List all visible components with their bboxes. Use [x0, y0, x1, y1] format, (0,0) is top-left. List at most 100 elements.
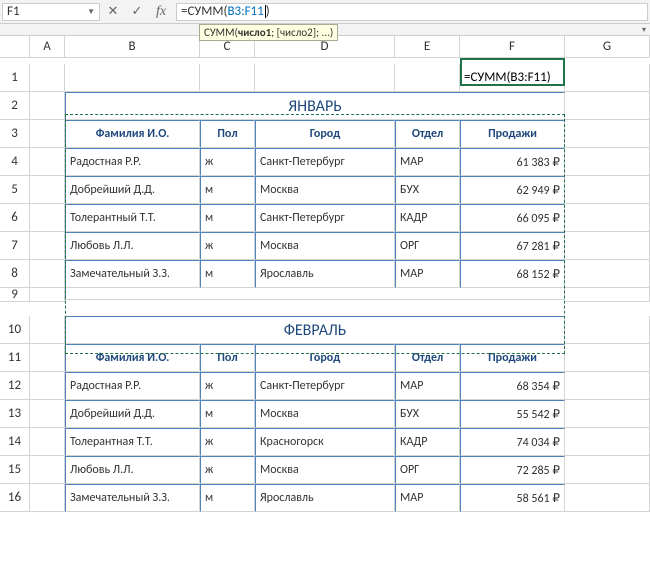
table-cell[interactable]: МАР	[395, 372, 460, 400]
cell-a1[interactable]	[30, 64, 65, 92]
table-cell[interactable]: м	[200, 260, 255, 288]
table-cell[interactable]: 68 152 ₽	[460, 260, 565, 288]
table-cell[interactable]: МАР	[395, 260, 460, 288]
cell-g2[interactable]	[565, 92, 650, 120]
hdr-sales[interactable]: Продажи	[460, 120, 565, 148]
table-cell[interactable]: 62 949 ₽	[460, 176, 565, 204]
cell-g1[interactable]	[565, 64, 650, 92]
cell-a7[interactable]	[30, 232, 65, 260]
table-cell[interactable]: ж	[200, 428, 255, 456]
cell-a5[interactable]	[30, 176, 65, 204]
table-cell[interactable]: Радостная Р.Р.	[65, 148, 200, 176]
table-cell[interactable]: КАДР	[395, 204, 460, 232]
cell-a12[interactable]	[30, 372, 65, 400]
hdr-sex[interactable]: Пол	[200, 120, 255, 148]
table-cell[interactable]: Москва	[255, 456, 395, 484]
cancel-button[interactable]: ✕	[102, 3, 124, 21]
table-cell[interactable]: БУХ	[395, 400, 460, 428]
hdr-sales[interactable]: Продажи	[460, 344, 565, 372]
row-head-8[interactable]: 8	[0, 260, 30, 288]
cell-g9[interactable]	[565, 288, 650, 302]
row-head-7[interactable]: 7	[0, 232, 30, 260]
table-cell[interactable]: 72 285 ₽	[460, 456, 565, 484]
table-cell[interactable]: Москва	[255, 176, 395, 204]
hdr-dept[interactable]: Отдел	[395, 344, 460, 372]
row-head-9[interactable]: 9	[0, 288, 30, 302]
cell-g7[interactable]	[565, 232, 650, 260]
table-cell[interactable]: м	[200, 400, 255, 428]
table-cell[interactable]: МАР	[395, 484, 460, 512]
cell-g8[interactable]	[565, 260, 650, 288]
table-cell[interactable]: ж	[200, 372, 255, 400]
table-cell[interactable]: 58 561 ₽	[460, 484, 565, 512]
cell-g11[interactable]	[565, 344, 650, 372]
table-cell[interactable]: ОРГ	[395, 232, 460, 260]
cell-g5[interactable]	[565, 176, 650, 204]
cell-b1[interactable]	[65, 64, 200, 92]
col-head-a[interactable]: A	[30, 36, 65, 58]
row-head-13[interactable]: 13	[0, 400, 30, 428]
month-header-feb[interactable]: ФЕВРАЛЬ	[65, 316, 565, 344]
table-cell[interactable]: БУХ	[395, 176, 460, 204]
row-head-16[interactable]: 16	[0, 484, 30, 512]
cell-g15[interactable]	[565, 456, 650, 484]
row-head-15[interactable]: 15	[0, 456, 30, 484]
cell-a13[interactable]	[30, 400, 65, 428]
table-cell[interactable]: Толерантный Т.Т.	[65, 204, 200, 232]
table-cell[interactable]: Любовь Л.Л.	[65, 232, 200, 260]
table-cell[interactable]: Санкт-Петербург	[255, 204, 395, 232]
table-cell[interactable]: Добрейший Д.Д.	[65, 400, 200, 428]
table-cell[interactable]: Любовь Л.Л.	[65, 456, 200, 484]
select-all-corner[interactable]	[0, 36, 30, 58]
hdr-city[interactable]: Город	[255, 120, 395, 148]
cell-g4[interactable]	[565, 148, 650, 176]
cell-a2[interactable]	[30, 92, 65, 120]
enter-button[interactable]: ✓	[126, 3, 148, 21]
row-head-10[interactable]: 10	[0, 316, 30, 344]
table-cell[interactable]: Санкт-Петербург	[255, 148, 395, 176]
cell-a16[interactable]	[30, 484, 65, 512]
table-cell[interactable]: ж	[200, 456, 255, 484]
cell-g16[interactable]	[565, 484, 650, 512]
cell-a8[interactable]	[30, 260, 65, 288]
spreadsheet-grid[interactable]: A B C D E F G 1 =СУММ(B3:F11) 2 ЯНВАРЬ 3…	[0, 36, 650, 512]
cell-a3[interactable]	[30, 120, 65, 148]
table-cell[interactable]: Толерантная Т.Т.	[65, 428, 200, 456]
cell-a6[interactable]	[30, 204, 65, 232]
row-head-3[interactable]: 3	[0, 120, 30, 148]
insert-function-button[interactable]: fx	[150, 3, 172, 21]
name-box[interactable]: F1 ▼	[2, 3, 100, 21]
table-cell[interactable]: Радостная Р.Р.	[65, 372, 200, 400]
cell-a15[interactable]	[30, 456, 65, 484]
col-head-f[interactable]: F	[460, 36, 565, 58]
hdr-dept[interactable]: Отдел	[395, 120, 460, 148]
cell-a10[interactable]	[30, 316, 65, 344]
cell-a9[interactable]	[30, 288, 65, 302]
table-cell[interactable]: 74 034 ₽	[460, 428, 565, 456]
col-head-g[interactable]: G	[565, 36, 650, 58]
row-head-2[interactable]: 2	[0, 92, 30, 120]
table-cell[interactable]: Замечательный З.З.	[65, 484, 200, 512]
cell-d1[interactable]	[255, 64, 395, 92]
table-cell[interactable]: МАР	[395, 148, 460, 176]
table-cell[interactable]: м	[200, 484, 255, 512]
cell-e1[interactable]	[395, 64, 460, 92]
table-cell[interactable]: 61 383 ₽	[460, 148, 565, 176]
cell-g3[interactable]	[565, 120, 650, 148]
hdr-sex[interactable]: Пол	[200, 344, 255, 372]
hdr-name[interactable]: Фамилия И.О.	[65, 344, 200, 372]
table-cell[interactable]: 68 354 ₽	[460, 372, 565, 400]
table-cell[interactable]: Москва	[255, 232, 395, 260]
table-cell[interactable]: ж	[200, 232, 255, 260]
table-cell[interactable]: 66 095 ₽	[460, 204, 565, 232]
table-cell[interactable]: Красногорск	[255, 428, 395, 456]
table-cell[interactable]: м	[200, 176, 255, 204]
cell-g10[interactable]	[565, 316, 650, 344]
col-head-b[interactable]: B	[65, 36, 200, 58]
chevron-down-icon[interactable]: ▼	[87, 7, 95, 17]
cell-a14[interactable]	[30, 428, 65, 456]
table-cell[interactable]: ж	[200, 148, 255, 176]
col-head-e[interactable]: E	[395, 36, 460, 58]
table-cell[interactable]: КАДР	[395, 428, 460, 456]
table-cell[interactable]: Москва	[255, 400, 395, 428]
